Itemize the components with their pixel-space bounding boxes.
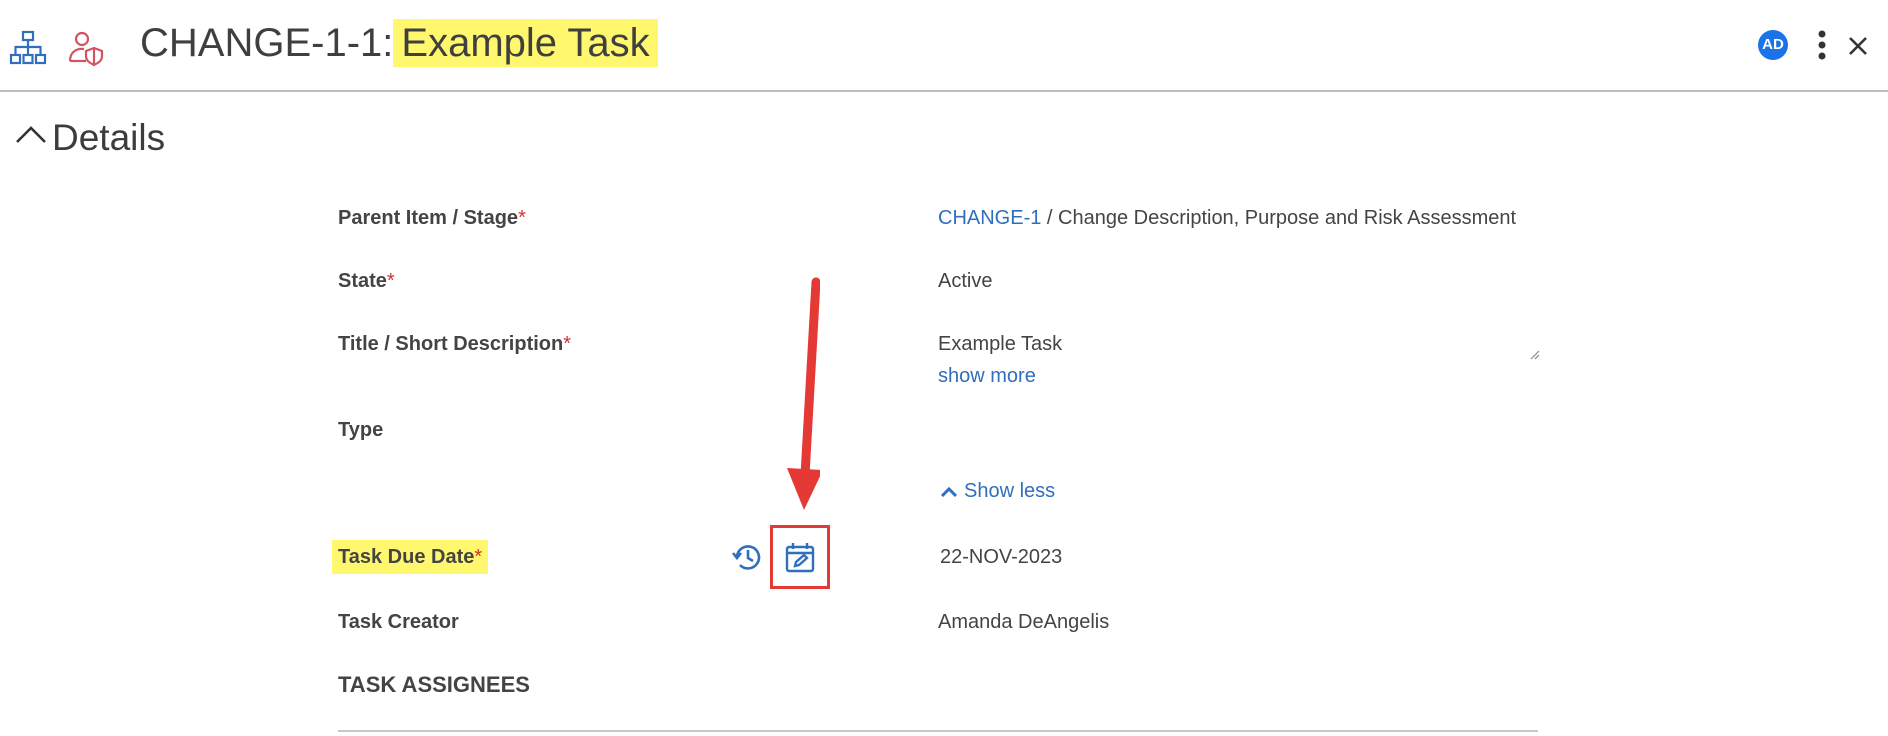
resize-handle-icon[interactable] bbox=[1528, 348, 1540, 360]
show-less-text: Show less bbox=[964, 480, 1056, 502]
hierarchy-icon[interactable] bbox=[8, 28, 48, 68]
annotation-highlight-box bbox=[770, 525, 830, 589]
annotation-arrow bbox=[787, 277, 820, 510]
task-due-date-label: Task Due Date* bbox=[332, 540, 489, 574]
task-creator-label: Task Creator bbox=[338, 611, 459, 633]
kebab-menu-icon[interactable] bbox=[1812, 28, 1832, 62]
parent-item-label-text: Parent Item / Stage bbox=[338, 207, 519, 229]
state-label: State* bbox=[338, 270, 395, 293]
state-value: Active bbox=[938, 270, 993, 292]
parent-stage-text: / Change Description, Purpose and Risk A… bbox=[1041, 207, 1517, 229]
page-header: CHANGE-1-1: Example Task AD bbox=[0, 0, 1888, 92]
chevron-up-icon[interactable] bbox=[14, 118, 48, 152]
parent-item-link[interactable]: CHANGE-1 bbox=[938, 207, 1041, 229]
task-assignees-heading: TASK ASSIGNEES bbox=[338, 672, 530, 697]
close-icon[interactable] bbox=[1844, 30, 1872, 62]
chevron-up-icon bbox=[940, 486, 958, 497]
title-description-value[interactable]: Example Task bbox=[938, 333, 1062, 356]
show-more-link[interactable]: show more bbox=[938, 365, 1036, 388]
required-marker: * bbox=[563, 333, 572, 355]
title-prefix: CHANGE-1-1: bbox=[140, 21, 394, 65]
required-marker: * bbox=[474, 546, 483, 568]
required-marker: * bbox=[386, 270, 395, 292]
user-shield-icon[interactable] bbox=[66, 28, 106, 68]
title-description-label: Title / Short Description* bbox=[338, 333, 571, 356]
required-marker: * bbox=[518, 207, 526, 229]
history-icon[interactable] bbox=[730, 540, 764, 574]
title-description-label-text: Title / Short Description bbox=[338, 333, 564, 355]
type-label: Type bbox=[338, 419, 384, 441]
title-highlight: Example Task bbox=[393, 19, 658, 67]
task-creator-value: Amanda DeAngelis bbox=[938, 611, 1110, 633]
parent-item-value: CHANGE-1 / Change Description, Purpose a… bbox=[938, 207, 1516, 230]
avatar[interactable]: AD bbox=[1758, 30, 1788, 60]
page-title: CHANGE-1-1: Example Task bbox=[140, 14, 658, 72]
task-due-date-value[interactable]: 22-NOV-2023 bbox=[940, 546, 1062, 569]
parent-item-label: Parent Item / Stage* bbox=[338, 207, 526, 230]
task-due-date-label-text: Task Due Date bbox=[338, 546, 475, 568]
assignees-table bbox=[338, 730, 1538, 736]
show-less-link[interactable]: Show less bbox=[940, 480, 1055, 503]
section-title: Details bbox=[52, 117, 166, 158]
state-label-text: State bbox=[338, 270, 387, 292]
